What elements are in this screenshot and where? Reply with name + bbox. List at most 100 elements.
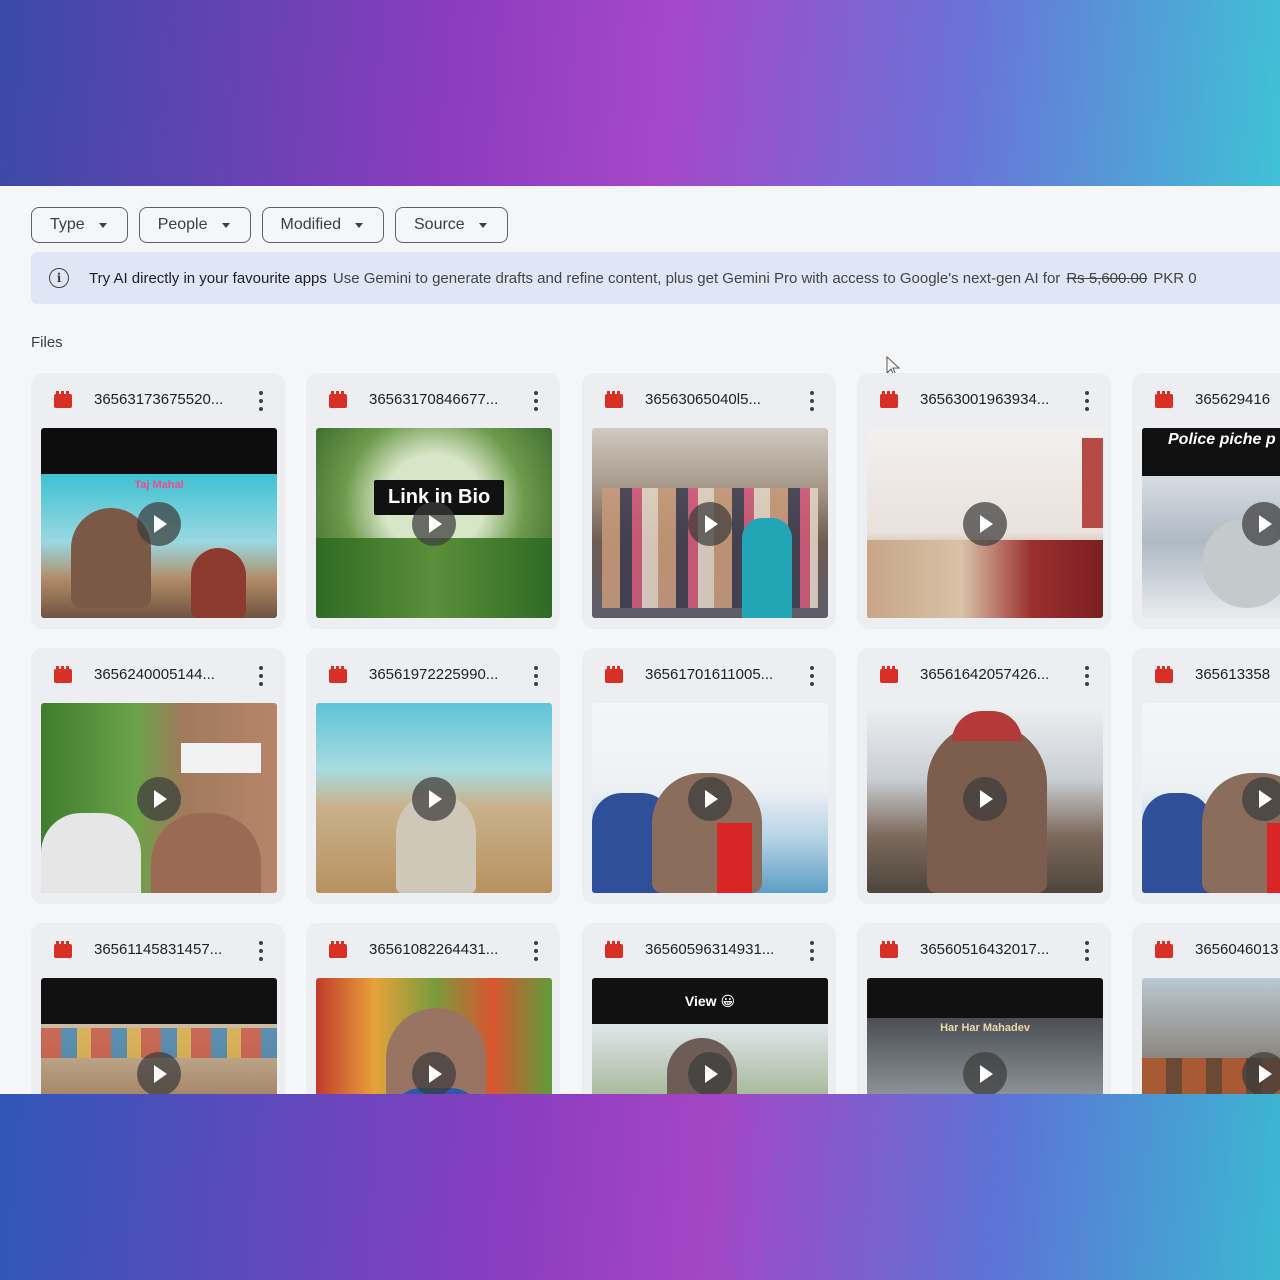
desktop-background-top — [0, 0, 1280, 186]
play-icon[interactable] — [137, 777, 181, 821]
file-card-header: 36561701611005... — [582, 648, 836, 702]
video-thumbnail[interactable]: Link in Bio — [316, 428, 552, 618]
video-thumbnail[interactable] — [867, 703, 1103, 893]
file-card-header: 36561082264431... — [306, 923, 560, 977]
file-name: 36561642057426... — [920, 666, 1050, 683]
play-icon[interactable] — [688, 1052, 732, 1094]
file-card[interactable]: 36563065040l5... — [582, 373, 836, 629]
video-thumbnail[interactable]: View 😀 — [592, 978, 828, 1094]
file-card[interactable]: 3656240005144... — [31, 648, 285, 904]
filter-people-chip[interactable]: People — [138, 207, 251, 243]
thumbnail-caption: Taj Mahal — [134, 479, 184, 491]
play-icon[interactable] — [1242, 1052, 1280, 1094]
play-icon[interactable] — [137, 502, 181, 546]
more-options-icon[interactable] — [257, 666, 265, 686]
more-options-icon[interactable] — [808, 941, 816, 961]
file-card[interactable]: 36563001963934... — [857, 373, 1111, 629]
play-icon[interactable] — [688, 502, 732, 546]
file-card-header: 36560596314931... — [582, 923, 836, 977]
more-options-icon[interactable] — [808, 666, 816, 686]
filter-type-chip[interactable]: Type — [31, 207, 128, 243]
file-card[interactable]: 36561972225990... — [306, 648, 560, 904]
file-card-header: 365629416 — [1132, 373, 1280, 427]
video-thumbnail[interactable]: Taj Mahal — [41, 428, 277, 618]
filter-label: Source — [414, 216, 465, 233]
file-card[interactable]: 36561642057426... — [857, 648, 1111, 904]
video-thumbnail[interactable] — [592, 428, 828, 618]
banner-title: Try AI directly in your favourite apps — [89, 269, 327, 287]
file-card-header: 3656240005144... — [31, 648, 285, 702]
video-file-icon — [54, 666, 72, 683]
caret-down-icon — [478, 222, 487, 228]
more-options-icon[interactable] — [257, 941, 265, 961]
play-icon[interactable] — [963, 502, 1007, 546]
file-card-header: 36561145831457... — [31, 923, 285, 977]
more-options-icon[interactable] — [257, 391, 265, 411]
thumbnail-subject — [41, 813, 141, 893]
video-file-icon — [54, 941, 72, 958]
file-card[interactable]: 36563173675520... Taj Mahal — [31, 373, 285, 629]
filter-label: Modified — [280, 216, 341, 233]
more-options-icon[interactable] — [532, 666, 540, 686]
more-options-icon[interactable] — [808, 391, 816, 411]
banner-price: PKR 0 — [1153, 269, 1197, 287]
video-thumbnail[interactable] — [867, 428, 1103, 618]
video-thumbnail[interactable] — [1142, 978, 1280, 1094]
thumbnail-hat — [952, 711, 1022, 741]
play-icon[interactable] — [412, 502, 456, 546]
play-icon[interactable] — [1242, 502, 1280, 546]
file-name: 365613358 — [1195, 666, 1271, 683]
play-icon[interactable] — [688, 777, 732, 821]
file-card[interactable]: 3656046013 — [1132, 923, 1280, 1094]
video-thumbnail[interactable] — [1142, 703, 1280, 893]
file-card[interactable]: 365629416 Police piche p bahi — [1132, 373, 1280, 629]
video-file-icon — [1155, 666, 1173, 683]
thumbnail-subject — [191, 548, 246, 618]
banner-body: Use Gemini to generate drafts and refine… — [332, 269, 1061, 287]
filter-label: Type — [50, 216, 85, 233]
file-name: 3656240005144... — [94, 666, 215, 683]
video-thumbnail[interactable] — [41, 978, 277, 1094]
video-file-icon — [605, 666, 623, 683]
caret-down-icon — [221, 222, 230, 228]
play-icon[interactable] — [963, 1052, 1007, 1094]
file-card[interactable]: 365613358 — [1132, 648, 1280, 904]
video-file-icon — [1155, 391, 1173, 408]
video-thumbnail[interactable] — [316, 703, 552, 893]
video-file-icon — [329, 391, 347, 408]
file-card[interactable]: 36563170846677... Link in Bio — [306, 373, 560, 629]
file-card-header: 36563173675520... — [31, 373, 285, 427]
file-card[interactable]: 36561701611005... — [582, 648, 836, 904]
video-thumbnail[interactable] — [41, 703, 277, 893]
file-card[interactable]: 36561145831457... — [31, 923, 285, 1094]
drive-window: Type People Modified Source i Try AI dir… — [0, 186, 1280, 1094]
play-icon[interactable] — [137, 1052, 181, 1094]
gemini-promo-banner[interactable]: i Try AI directly in your favourite apps… — [31, 252, 1280, 304]
play-icon[interactable] — [412, 777, 456, 821]
file-card[interactable]: 36560596314931... View 😀 — [582, 923, 836, 1094]
video-thumbnail[interactable]: Har Har Mahadev — [867, 978, 1103, 1094]
more-options-icon[interactable] — [1083, 941, 1091, 961]
file-card[interactable]: 36560516432017... Har Har Mahadev — [857, 923, 1111, 1094]
video-file-icon — [329, 666, 347, 683]
video-file-icon — [880, 941, 898, 958]
filter-source-chip[interactable]: Source — [395, 207, 508, 243]
file-name: 36563173675520... — [94, 391, 224, 408]
more-options-icon[interactable] — [532, 391, 540, 411]
thumbnail-scarf — [717, 823, 752, 893]
play-icon[interactable] — [963, 777, 1007, 821]
video-file-icon — [605, 391, 623, 408]
file-name: 36561972225990... — [369, 666, 499, 683]
video-thumbnail[interactable] — [316, 978, 552, 1094]
play-icon[interactable] — [1242, 777, 1280, 821]
more-options-icon[interactable] — [1083, 391, 1091, 411]
play-icon[interactable] — [412, 1052, 456, 1094]
more-options-icon[interactable] — [1083, 666, 1091, 686]
more-options-icon[interactable] — [532, 941, 540, 961]
thumbnail-forest — [316, 538, 552, 618]
video-thumbnail[interactable] — [592, 703, 828, 893]
filter-modified-chip[interactable]: Modified — [261, 207, 384, 243]
video-thumbnail[interactable]: Police piche p bahi — [1142, 428, 1280, 618]
file-card-header: 36560516432017... — [857, 923, 1111, 977]
file-card[interactable]: 36561082264431... — [306, 923, 560, 1094]
